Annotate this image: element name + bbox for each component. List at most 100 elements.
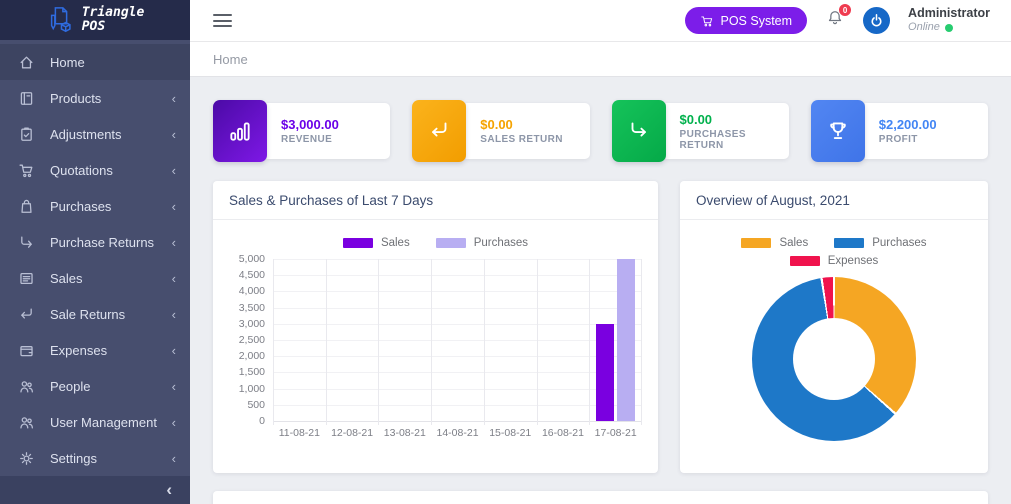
trophy-icon [825, 118, 851, 144]
people-icon [18, 378, 35, 395]
return-right-arrow-icon [626, 118, 652, 144]
chevron-left-icon: ‹ [172, 163, 176, 178]
sidebar-item-expenses[interactable]: Expenses‹ [0, 332, 190, 368]
sidebar-item-label: Purchase Returns [50, 235, 154, 250]
settings-icon [18, 450, 35, 467]
sidebar-item-products[interactable]: Products‹ [0, 80, 190, 116]
sidebar-item-label: Expenses [50, 343, 107, 358]
legend-item-sales[interactable]: Sales [741, 237, 808, 249]
x-axis-tick: 13-08-21 [378, 427, 431, 439]
sidebar-item-label: People [50, 379, 90, 394]
adjustments-icon [18, 126, 35, 143]
home-icon [18, 54, 35, 71]
donut-chart-title: Overview of August, 2021 [680, 181, 988, 220]
sidebar-item-settings[interactable]: Settings ‹ [0, 440, 190, 476]
purchases-return-amount: $0.00 [680, 112, 789, 127]
charts-row: Sales & Purchases of Last 7 Days Sales Pu… [213, 181, 988, 473]
sidebar-item-purchases[interactable]: Purchases ‹ [0, 188, 190, 224]
sales-return-card: $0.00 SALES RETURN [412, 100, 589, 162]
sale-returns-icon [18, 306, 35, 323]
chevron-left-icon: ‹ [172, 379, 176, 394]
purchases-bar-17-08-21 [617, 259, 635, 421]
app-title: Triangle POS [82, 6, 145, 33]
bar-chart-title: Sales & Purchases of Last 7 Days [213, 181, 658, 220]
profit-label: PROFIT [879, 134, 988, 145]
chevron-left-icon: ‹ [172, 451, 176, 466]
y-axis-tick: 500 [247, 399, 265, 411]
y-axis-tick: 5,000 [239, 253, 265, 265]
top-bar: POS System 0 Administrator [190, 0, 1011, 42]
sidebar-item-label: Sale Returns [50, 307, 125, 322]
y-axis-tick: 3,000 [239, 318, 265, 330]
sidebar-item-people[interactable]: People ‹ [0, 368, 190, 404]
sales-purchases-chart-card: Sales & Purchases of Last 7 Days Sales Pu… [213, 181, 658, 473]
sidebar-item-quotations[interactable]: Quotations‹ [0, 152, 190, 188]
chevron-left-icon: ‹ [172, 235, 176, 250]
chevron-left-icon: ‹ [172, 91, 176, 106]
sidebar: Triangle POS HomeProducts‹Adjustments‹Qu… [0, 0, 190, 504]
legend-swatch [790, 256, 820, 266]
y-axis-tick: 0 [259, 415, 265, 427]
revenue-amount: $3,000.00 [281, 117, 390, 132]
bar-chart-x-axis: 11-08-2112-08-2113-08-2114-08-2115-08-21… [273, 427, 642, 439]
profit-card: $2,200.00 PROFIT [811, 100, 988, 162]
x-axis-tick: 11-08-21 [273, 427, 326, 439]
revenue-icon-box [213, 100, 267, 162]
sidebar-item-label: Purchases [50, 199, 111, 214]
online-status-dot [945, 24, 953, 32]
app-window: Triangle POS HomeProducts‹Adjustments‹Qu… [0, 0, 1011, 504]
chevron-left-icon: ‹ [166, 480, 172, 500]
y-axis-tick: 1,000 [239, 383, 265, 395]
legend-swatch [741, 238, 771, 248]
legend-item-expenses[interactable]: Expenses [790, 255, 879, 267]
sales-return-icon-box [412, 100, 466, 162]
legend-swatch [834, 238, 864, 248]
y-axis-tick: 4,500 [239, 269, 265, 281]
chevron-left-icon: ‹ [172, 127, 176, 142]
menu-toggle-button[interactable] [213, 14, 232, 27]
sidebar-item-label: Sales [50, 271, 83, 286]
sidebar-item-home[interactable]: Home [0, 44, 190, 80]
legend-item-purchases[interactable]: Purchases [834, 237, 926, 249]
chevron-left-icon: ‹ [172, 199, 176, 214]
bar-chart: 5,0004,5004,0003,5003,0002,5002,0001,500… [229, 259, 642, 421]
legend-swatch [436, 238, 466, 248]
triangle-pos-logo-icon [46, 5, 76, 35]
return-left-arrow-icon [426, 118, 452, 144]
bar-chart-y-axis: 5,0004,5004,0003,5003,0002,5002,0001,500… [229, 259, 273, 421]
sidebar-item-user-management[interactable]: User Management ‹ [0, 404, 190, 440]
y-axis-tick: 2,500 [239, 334, 265, 346]
y-axis-tick: 1,500 [239, 366, 265, 378]
purchases-return-icon-box [612, 100, 666, 162]
sidebar-item-sale-returns[interactable]: Sale Returns‹ [0, 296, 190, 332]
sidebar-item-sales[interactable]: Sales ‹ [0, 260, 190, 296]
sales-return-amount: $0.00 [480, 117, 589, 132]
purchase-returns-icon [18, 234, 35, 251]
sidebar-item-label: Settings [50, 451, 97, 466]
pos-system-button[interactable]: POS System [685, 7, 808, 34]
sidebar-item-adjustments[interactable]: Adjustments ‹ [0, 116, 190, 152]
chevron-left-icon: ‹ [172, 271, 176, 286]
app-logo[interactable]: Triangle POS [0, 0, 190, 40]
breadcrumb-home-link[interactable]: Home [213, 52, 248, 67]
sales-icon [18, 270, 35, 287]
x-axis-tick: 15-08-21 [484, 427, 537, 439]
user-avatar[interactable] [863, 7, 890, 34]
sidebar-item-purchase-returns[interactable]: Purchase Returns ‹ [0, 224, 190, 260]
legend-item-purchases[interactable]: Purchases [436, 237, 528, 249]
chevron-left-icon: ‹ [172, 415, 176, 430]
donut-chart [752, 277, 916, 441]
notifications-button[interactable]: 0 [825, 8, 845, 33]
x-axis-tick: 12-08-21 [326, 427, 379, 439]
user-info[interactable]: Administrator Online [908, 6, 990, 35]
donut-chart-legend: Sales Purchases Expenses [709, 237, 959, 267]
legend-item-sales[interactable]: Sales [343, 237, 410, 249]
profit-amount: $2,200.00 [879, 117, 988, 132]
sidebar-item-label: Adjustments [50, 127, 122, 142]
profit-icon-box [811, 100, 865, 162]
legend-swatch [343, 238, 373, 248]
sidebar-item-label: User Management [50, 415, 157, 430]
sidebar-collapse-button[interactable]: ‹ [0, 476, 190, 504]
stat-cards-row: $3,000.00 REVENUE $0.00 SALES RETURN [213, 100, 988, 162]
sales-bar-17-08-21 [596, 324, 614, 421]
